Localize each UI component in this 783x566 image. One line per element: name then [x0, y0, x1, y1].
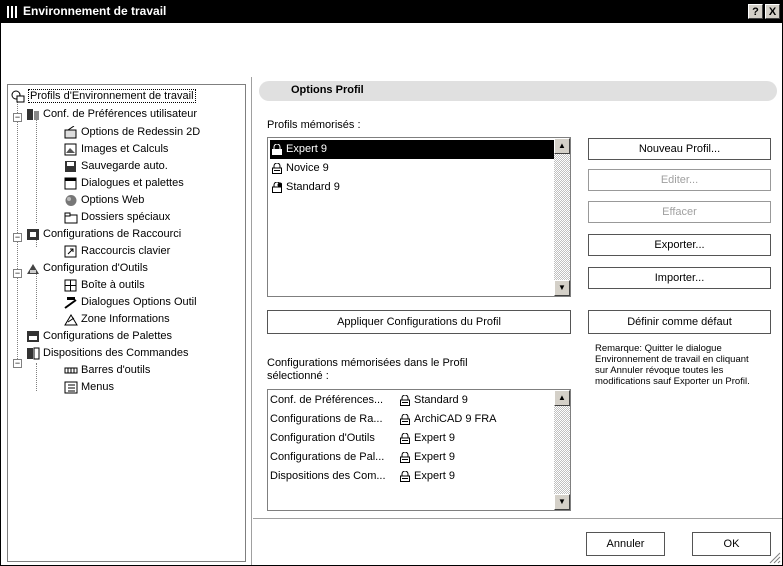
sidebar-item-menus[interactable]: Menus	[64, 379, 114, 395]
tree-line	[36, 117, 37, 223]
apply-profile-button[interactable]: Appliquer Configurations du Profil	[267, 310, 571, 334]
sidebar-item-outils-config[interactable]: Configuration d'Outils	[26, 260, 148, 276]
profile-item-standard[interactable]: Standard 9	[270, 178, 554, 197]
sidebar-item-sauvegarde[interactable]: Sauvegarde auto.	[64, 158, 168, 174]
tool-options-icon	[64, 296, 77, 309]
palettes-icon	[27, 330, 39, 342]
web-icon	[65, 194, 77, 206]
app-icon	[7, 6, 17, 18]
images-icon	[64, 143, 77, 156]
autosave-icon	[65, 160, 76, 172]
sidebar-item-raccourcis-clavier[interactable]: Raccourcis clavier	[64, 243, 170, 259]
sidebar-item-dialogues-options[interactable]: Dialogues Options Outil	[64, 294, 197, 310]
export-button[interactable]: Exporter...	[588, 234, 771, 256]
profile-item-expert[interactable]: Expert 9	[270, 140, 554, 159]
collapse-icon[interactable]: −	[13, 359, 22, 368]
dialog-window: Environnement de travail ? X − − − − Pro…	[0, 0, 783, 566]
panel-title: Options Profil	[291, 84, 364, 96]
scroll-up-arrow-icon[interactable]: ▲	[554, 390, 570, 406]
config-row[interactable]: Configurations de Pal... Expert 9	[270, 448, 554, 467]
delete-button[interactable]: Effacer	[588, 201, 771, 223]
lock-icon	[400, 413, 410, 425]
edit-button[interactable]: Editer...	[588, 169, 771, 191]
panel-separator	[251, 77, 252, 565]
profiles-list[interactable]: Expert 9 Novice 9 Standard 9 ▲ ▼	[267, 137, 571, 297]
close-button[interactable]: X	[765, 4, 780, 19]
collapse-icon[interactable]: −	[13, 269, 22, 278]
config-row[interactable]: Configurations de Ra... ArchiCAD 9 FRA	[270, 410, 554, 429]
info-zone-icon	[64, 313, 78, 326]
sidebar-item-preferences[interactable]: Conf. de Préférences utilisateur	[26, 106, 197, 122]
tree-line	[36, 273, 37, 319]
tree-line	[17, 101, 18, 359]
profiles-icon	[11, 90, 25, 103]
panel-header: Options Profil	[259, 81, 777, 101]
scroll-down-arrow-icon[interactable]: ▼	[554, 280, 570, 296]
sidebar-item-web[interactable]: Options Web	[64, 192, 144, 208]
collapse-icon[interactable]: −	[13, 233, 22, 242]
cancel-button[interactable]: Annuler	[586, 532, 665, 556]
config-row[interactable]: Configuration d'Outils Expert 9	[270, 429, 554, 448]
dialogs-icon	[64, 177, 77, 190]
lock-icon	[272, 143, 282, 155]
sidebar-item-images[interactable]: Images et Calculs	[64, 141, 168, 157]
folders-icon	[64, 212, 78, 224]
toolbox-icon	[64, 279, 77, 292]
window-title: Environnement de travail	[23, 4, 167, 18]
configs-label-line1: Configurations mémorisées dans le Profil	[267, 357, 468, 369]
sidebar-item-redessin[interactable]: Options de Redessin 2D	[64, 124, 200, 140]
lock-icon	[400, 470, 410, 482]
set-default-button[interactable]: Définir comme défaut	[588, 310, 771, 334]
tree-line	[36, 363, 37, 391]
sidebar-item-zone-informations[interactable]: Zone Informations	[64, 311, 170, 327]
sidebar-item-barres-outils[interactable]: Barres d'outils	[64, 362, 150, 378]
menus-icon	[64, 381, 78, 394]
import-button[interactable]: Importer...	[588, 267, 771, 289]
config-row[interactable]: Dispositions des Com... Expert 9	[270, 467, 554, 486]
commands-icon	[27, 347, 40, 360]
lock-icon	[400, 394, 410, 406]
sidebar-item-commandes[interactable]: Dispositions des Commandes	[26, 345, 189, 361]
sidebar-item-palettes[interactable]: Configurations de Palettes	[26, 328, 172, 344]
remark-note: Remarque: Quitter le dialogue Environnem…	[595, 343, 750, 387]
config-row[interactable]: Conf. de Préférences... Standard 9	[270, 391, 554, 410]
resize-grip-icon[interactable]	[767, 550, 781, 564]
help-button[interactable]: ?	[748, 4, 763, 19]
new-profile-button[interactable]: Nouveau Profil...	[588, 138, 771, 160]
lock-icon	[272, 162, 282, 174]
configs-scrollbar[interactable]: ▲ ▼	[554, 390, 570, 510]
sidebar-item-boite-outils[interactable]: Boîte à outils	[64, 277, 145, 293]
profile-item-novice[interactable]: Novice 9	[270, 159, 554, 178]
scroll-up-arrow-icon[interactable]: ▲	[554, 138, 570, 154]
title-bar[interactable]: Environnement de travail ? X	[1, 1, 782, 23]
default-lock-icon	[272, 181, 282, 193]
profiles-label: Profils mémorisés :	[267, 119, 361, 131]
preferences-icon	[27, 108, 39, 120]
footer-separator	[253, 518, 782, 519]
configs-label-line2: sélectionné :	[267, 370, 329, 382]
sidebar-tree[interactable]: − − − − Profils d'Environnement de trava…	[7, 84, 246, 562]
keyboard-icon	[64, 245, 77, 258]
sidebar-item-raccourci-config[interactable]: Configurations de Raccourci	[26, 226, 181, 242]
tools-config-icon	[27, 263, 39, 274]
lock-icon	[400, 451, 410, 463]
lock-icon	[400, 432, 410, 444]
profiles-scrollbar[interactable]: ▲ ▼	[554, 138, 570, 296]
configs-list[interactable]: Conf. de Préférences... Standard 9 Config…	[267, 389, 571, 511]
sidebar-item-dialogues[interactable]: Dialogues et palettes	[64, 175, 184, 191]
redraw-icon	[64, 125, 77, 139]
ok-button[interactable]: OK	[692, 532, 771, 556]
shortcuts-config-icon	[27, 228, 39, 240]
sidebar-item-profils[interactable]: Profils d'Environnement de travail	[11, 88, 196, 104]
scroll-down-arrow-icon[interactable]: ▼	[554, 494, 570, 510]
sidebar-item-dossiers[interactable]: Dossiers spéciaux	[64, 209, 170, 225]
collapse-icon[interactable]: −	[13, 113, 22, 122]
toolbars-icon	[64, 367, 78, 374]
